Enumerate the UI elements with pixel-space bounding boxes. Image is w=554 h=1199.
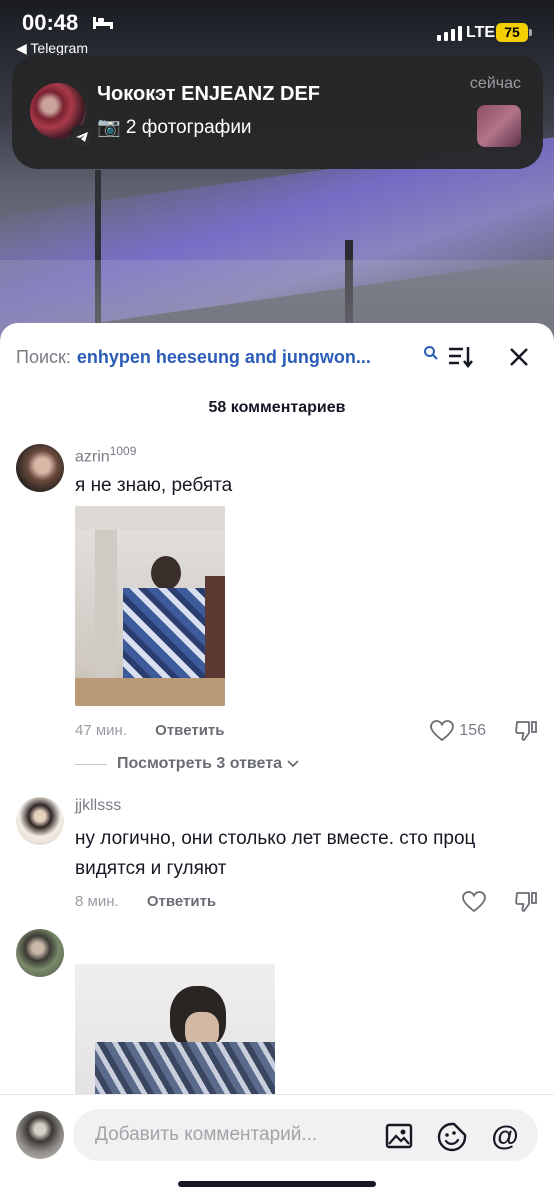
my-avatar[interactable]: [16, 1111, 64, 1159]
comment-image[interactable]: [75, 964, 275, 1099]
comment-meta: 8 мин. Ответить: [75, 893, 216, 910]
telegram-icon: [70, 125, 94, 149]
notification-thumbnail: [477, 105, 521, 147]
notification-time: сейчас: [469, 75, 521, 92]
dislike-icon[interactable]: [514, 720, 538, 742]
comment-meta: 47 мин. Ответить: [75, 722, 225, 739]
notification-banner[interactable]: Чококэт ENJEANZ DEF 📷 2 фотографии сейча…: [12, 55, 543, 169]
avatar[interactable]: [16, 797, 64, 845]
mention-icon[interactable]: @: [490, 1121, 520, 1151]
sort-icon[interactable]: [448, 345, 474, 369]
comment-input-placeholder: Добавить комментарий...: [95, 1124, 318, 1145]
view-replies-label: Посмотреть 3 ответа: [117, 755, 282, 772]
reply-button[interactable]: Ответить: [147, 893, 216, 910]
status-bar: 00:48 ◀ Telegram LTE 75: [0, 0, 554, 56]
comment-username[interactable]: azrin1009: [75, 444, 136, 466]
comment-item: [16, 929, 538, 1099]
close-icon[interactable]: [508, 346, 530, 368]
notification-body: 📷 2 фотографии: [97, 117, 252, 138]
bed-icon: [93, 17, 113, 29]
status-time: 00:48: [22, 10, 79, 35]
search-query-link[interactable]: enhypen heeseung and jungwon...: [77, 347, 399, 368]
dislike-icon[interactable]: [514, 891, 538, 913]
heart-icon: [430, 720, 455, 742]
network-label: LTE: [466, 24, 496, 41]
view-replies-button[interactable]: Посмотреть 3 ответа: [75, 755, 300, 773]
comments-sheet: Поиск: enhypen heeseung and jungwon... 5…: [0, 323, 554, 1199]
home-indicator: [178, 1181, 376, 1187]
comment-image[interactable]: [75, 506, 225, 706]
comment-time: 47 мин.: [75, 722, 127, 739]
comment-item: jjkllsss ну логично, они столько лет вме…: [16, 797, 538, 917]
heart-icon: [462, 891, 486, 913]
comment-item: azrin1009 я не знаю, ребята 47 мин. Отве…: [16, 444, 538, 774]
replies-divider: [75, 763, 107, 765]
avatar[interactable]: [16, 444, 64, 492]
notification-title: Чококэт ENJEANZ DEF: [97, 83, 321, 105]
comment-count: 58 комментариев: [208, 399, 346, 416]
like-button[interactable]: [462, 891, 486, 913]
avatar[interactable]: [16, 929, 64, 977]
comment-text: ну логично, они столько лет вместе. сто …: [75, 828, 476, 879]
comment-time: 8 мин.: [75, 893, 119, 910]
comment-username[interactable]: jjkllsss: [75, 797, 121, 815]
username-text: azrin: [75, 448, 110, 466]
emoji-icon[interactable]: [437, 1122, 467, 1152]
image-icon[interactable]: [385, 1123, 413, 1149]
reply-button[interactable]: Ответить: [155, 722, 224, 739]
signal-icon: [437, 26, 462, 41]
like-button[interactable]: 156: [430, 720, 486, 742]
search-icon[interactable]: [423, 345, 439, 361]
search-prefix: Поиск:: [16, 346, 71, 367]
chevron-down-icon: [287, 760, 299, 768]
comment-text: я не знаю, ребята: [75, 475, 233, 496]
username-superscript: 1009: [109, 444, 137, 458]
battery-icon: 75: [496, 23, 532, 42]
like-count: 156: [459, 722, 486, 739]
